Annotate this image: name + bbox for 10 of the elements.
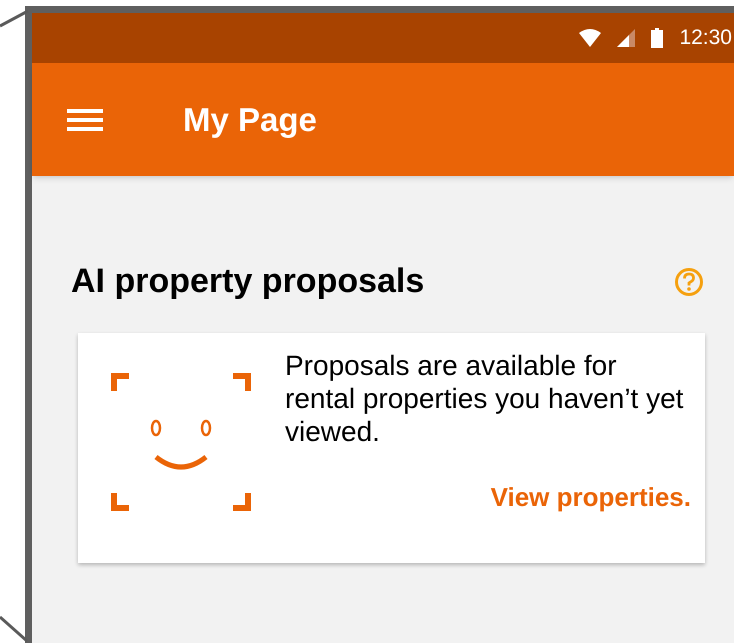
wifi-icon bbox=[579, 29, 602, 47]
battery-icon bbox=[651, 28, 664, 48]
smiling-face-icon bbox=[111, 373, 251, 511]
page-title: My Page bbox=[183, 100, 317, 140]
clock-time: 12:30 bbox=[679, 25, 732, 52]
section-title: AI property proposals bbox=[71, 261, 424, 302]
view-properties-link[interactable]: View properties. bbox=[490, 478, 691, 518]
card-description: Proposals are available for rental properties you haven’t yet viewed. bbox=[285, 349, 684, 448]
signal-icon bbox=[617, 29, 636, 47]
help-icon[interactable] bbox=[674, 266, 704, 296]
